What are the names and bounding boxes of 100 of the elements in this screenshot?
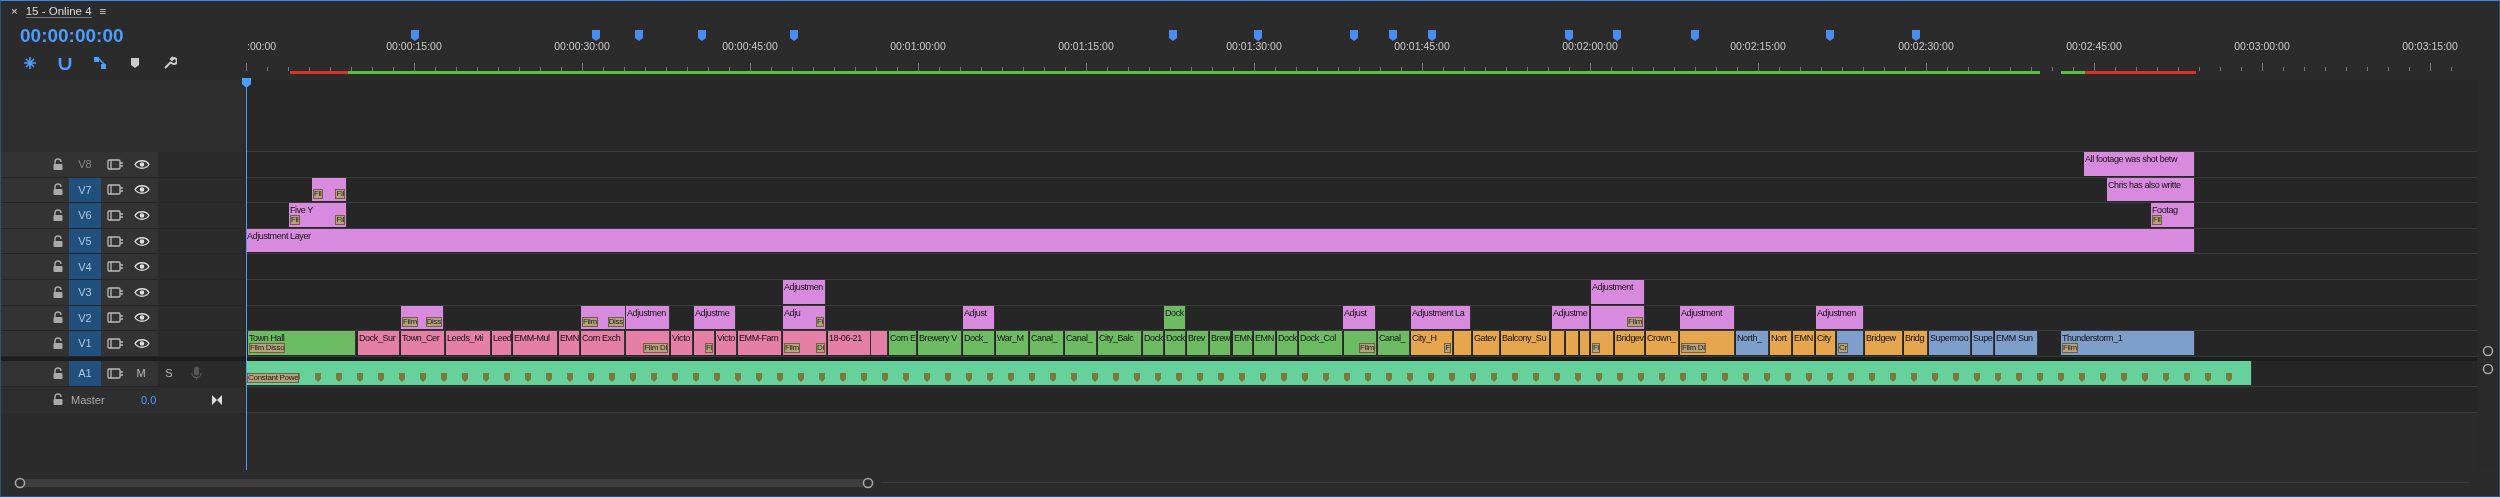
scroll-handle-icon[interactable]	[14, 477, 26, 489]
transition[interactable]: Fil	[313, 189, 323, 200]
track-target-button[interactable]: V3	[69, 279, 101, 305]
clip[interactable]: Brewery V	[918, 331, 962, 355]
transition[interactable]: Fil	[2152, 214, 2162, 225]
transition[interactable]: Constant Powe	[247, 372, 300, 383]
clip[interactable]: Supe	[1972, 331, 1994, 355]
clip[interactable]: Adjustmen	[783, 279, 826, 304]
marker-icon[interactable]	[1254, 30, 1262, 41]
transition[interactable]: Diss	[607, 317, 624, 328]
clip[interactable]: Five Y Fil Fil	[289, 203, 347, 227]
clip[interactable]: Adjust	[1343, 305, 1376, 330]
track-target-button[interactable]: V6	[69, 203, 101, 228]
lock-icon[interactable]	[52, 183, 64, 197]
clip[interactable]	[1566, 331, 1579, 355]
clip[interactable]: Adjustmen	[1816, 305, 1864, 330]
eye-icon[interactable]	[134, 260, 150, 274]
track-target-button[interactable]: A1	[69, 360, 101, 386]
clip[interactable]: North_	[1736, 331, 1769, 355]
lock-icon[interactable]	[52, 336, 64, 350]
clip[interactable]: Adjustment	[1591, 279, 1645, 304]
clip[interactable]: Canal_	[1065, 331, 1097, 355]
lock-icon[interactable]	[52, 209, 64, 222]
snap-magnet-icon[interactable]	[58, 56, 72, 70]
marker-icon[interactable]	[635, 30, 643, 41]
lock-icon[interactable]	[52, 366, 64, 380]
eye-icon[interactable]	[134, 336, 150, 350]
clip[interactable]: Corn E	[889, 331, 917, 355]
clip[interactable]: Town Hall Film Disso	[248, 331, 356, 355]
transition[interactable]: Film	[402, 317, 418, 328]
clip[interactable]: EMN	[1254, 331, 1276, 355]
clip[interactable]: Bridgev	[1615, 331, 1645, 355]
clip[interactable]: Film Di	[783, 331, 827, 355]
lock-icon[interactable]	[52, 157, 64, 171]
clip[interactable]: City_Balc	[1098, 331, 1142, 355]
transition[interactable]: Fi	[704, 342, 713, 353]
sync-lock-icon[interactable]	[107, 209, 124, 222]
marker-icon[interactable]	[1565, 30, 1573, 41]
clip[interactable]	[871, 331, 888, 355]
clip[interactable]: War_M	[996, 331, 1029, 355]
clip[interactable]: Fi	[694, 331, 715, 355]
clip[interactable]: Leeds_Mi	[446, 331, 491, 355]
marker-icon[interactable]	[1428, 30, 1436, 41]
mute-button[interactable]: M	[134, 367, 148, 380]
clip[interactable]: Canal_	[1378, 331, 1410, 355]
transition[interactable]: Cr	[1838, 342, 1848, 353]
clip[interactable]: Dock	[1143, 331, 1164, 355]
clip[interactable]: Adjustme	[694, 305, 736, 330]
lock-icon[interactable]	[52, 234, 64, 248]
clip[interactable]: EMM-Mul	[513, 331, 558, 355]
transition[interactable]: Film Disso	[249, 342, 286, 353]
eye-icon[interactable]	[134, 311, 150, 325]
clip[interactable]: Film	[1591, 305, 1645, 330]
clip[interactable]: Adjustment Layer	[246, 228, 2195, 253]
audio-clip[interactable]: Constant Powe	[246, 360, 2252, 385]
clip[interactable]: Footag Fil	[2151, 203, 2195, 227]
clip[interactable]: EMM-Farn	[738, 331, 782, 355]
transition[interactable]: Film	[1359, 342, 1375, 353]
track-target-button[interactable]: V1	[69, 331, 101, 356]
clip[interactable]: Adjustme	[1552, 305, 1590, 330]
clip[interactable]: 18-06-21	[828, 331, 871, 355]
clip[interactable]: Dock_	[963, 331, 995, 355]
solo-button[interactable]: S	[162, 367, 176, 380]
clip[interactable]: Brew	[1210, 331, 1231, 355]
bowtie-icon[interactable]	[211, 393, 223, 406]
transition[interactable]: Film Di	[1681, 342, 1706, 353]
marker-icon[interactable]	[1350, 30, 1358, 41]
track-target-button[interactable]: V2	[69, 305, 101, 331]
clip[interactable]: Corn Exch	[581, 331, 625, 355]
scroll-handle-icon[interactable]	[862, 477, 874, 489]
transition[interactable]: Fi	[815, 317, 824, 328]
transition[interactable]: F	[1444, 342, 1451, 353]
clip[interactable]: Bridgew	[1865, 331, 1903, 355]
transition[interactable]: Film	[2062, 342, 2078, 353]
clip[interactable]: Canal_	[1030, 331, 1064, 355]
transition[interactable]: Film	[784, 342, 800, 353]
transition[interactable]: Film Di	[643, 342, 668, 353]
lock-icon[interactable]	[52, 260, 64, 274]
clip[interactable]: Adjustment	[1680, 305, 1735, 330]
transition[interactable]: Film	[582, 317, 598, 328]
clip[interactable]: Supermoo	[1929, 331, 1971, 355]
eye-icon[interactable]	[134, 234, 150, 248]
wrench-settings-icon[interactable]	[163, 56, 177, 70]
clip[interactable]: Film Diss	[581, 305, 626, 330]
clip[interactable]	[1580, 331, 1590, 355]
linked-selection-icon[interactable]	[93, 56, 107, 70]
clip[interactable]: Adju Fi	[783, 305, 826, 330]
marker-icon[interactable]	[790, 30, 798, 41]
master-volume-value[interactable]: 0.0	[141, 393, 211, 406]
transition[interactable]: Film	[1627, 317, 1643, 328]
clip[interactable]: Crown_	[1646, 331, 1679, 355]
scroll-handle-icon[interactable]	[2482, 363, 2494, 375]
clip[interactable]: EMN	[1793, 331, 1815, 355]
clip[interactable]: Victo	[671, 331, 693, 355]
clip[interactable]: Film Diss	[401, 305, 444, 330]
marker-icon[interactable]	[592, 30, 600, 41]
track-target-button[interactable]: V7	[69, 177, 101, 203]
track-target-button[interactable]: V8	[69, 152, 101, 177]
clip[interactable]: Bridg	[1904, 331, 1928, 355]
clip[interactable]: All footage was shot betw	[2084, 152, 2195, 176]
